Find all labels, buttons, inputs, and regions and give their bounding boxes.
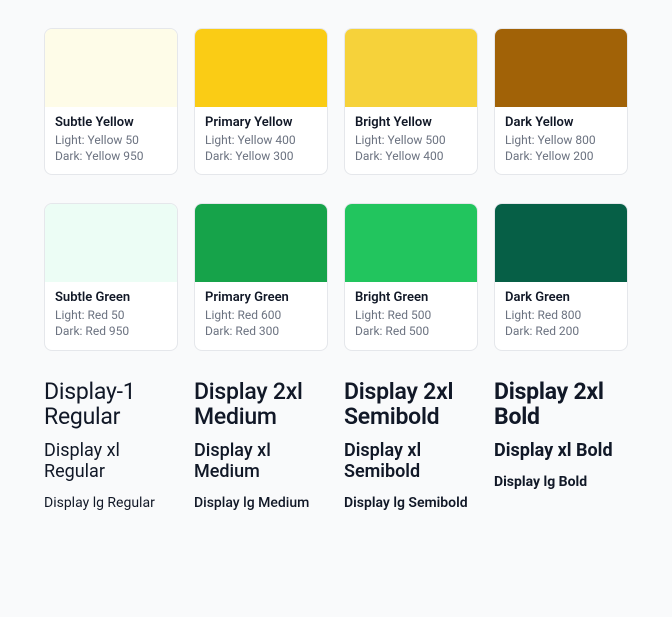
swatch-dark: Dark: Red 500 [355, 323, 467, 339]
type-col-bold: Display 2xl Bold Display xl Bold Display… [494, 379, 628, 512]
swatch-name: Subtle Yellow [55, 115, 167, 132]
swatch-name: Primary Green [205, 290, 317, 307]
type-sample-xl: Display xl Regular [44, 441, 178, 482]
swatch-card: Subtle Yellow Light: Yellow 50 Dark: Yel… [44, 28, 178, 175]
swatch-name: Subtle Green [55, 290, 167, 307]
swatch-light: Light: Red 50 [55, 307, 167, 323]
swatch-fill [345, 204, 477, 282]
swatch-card: Subtle Green Light: Red 50 Dark: Red 950 [44, 203, 178, 350]
swatch-card: Primary Yellow Light: Yellow 400 Dark: Y… [194, 28, 328, 175]
swatch-fill [495, 204, 627, 282]
swatch-dark: Dark: Yellow 300 [205, 148, 317, 164]
type-col-regular: Display-1 Regular Display xl Regular Dis… [44, 379, 178, 512]
swatch-name: Bright Green [355, 290, 467, 307]
swatch-name: Bright Yellow [355, 115, 467, 132]
swatch-fill [45, 204, 177, 282]
swatch-meta: Dark Yellow Light: Yellow 800 Dark: Yell… [495, 107, 627, 174]
swatch-fill [195, 29, 327, 107]
swatch-name: Dark Yellow [505, 115, 617, 132]
type-col-medium: Display 2xl Medium Display xl Medium Dis… [194, 379, 328, 512]
type-sample-xl: Display xl Semibold [344, 441, 478, 482]
swatch-light: Light: Yellow 500 [355, 132, 467, 148]
swatch-fill [195, 204, 327, 282]
swatch-row-green: Subtle Green Light: Red 50 Dark: Red 950… [44, 203, 628, 350]
swatch-fill [345, 29, 477, 107]
swatch-dark: Dark: Yellow 400 [355, 148, 467, 164]
swatch-dark: Dark: Red 200 [505, 323, 617, 339]
swatch-name: Dark Green [505, 290, 617, 307]
type-sample-lg: Display lg Semibold [344, 495, 478, 512]
swatch-card: Bright Yellow Light: Yellow 500 Dark: Ye… [344, 28, 478, 175]
swatch-meta: Bright Yellow Light: Yellow 500 Dark: Ye… [345, 107, 477, 174]
swatch-card: Bright Green Light: Red 500 Dark: Red 50… [344, 203, 478, 350]
swatch-name: Primary Yellow [205, 115, 317, 132]
type-sample-2xl: Display-1 Regular [44, 379, 178, 430]
swatch-fill [45, 29, 177, 107]
swatch-meta: Subtle Yellow Light: Yellow 50 Dark: Yel… [45, 107, 177, 174]
swatch-light: Light: Red 600 [205, 307, 317, 323]
type-sample-2xl: Display 2xl Medium [194, 379, 328, 430]
swatch-fill [495, 29, 627, 107]
swatch-dark: Dark: Red 950 [55, 323, 167, 339]
swatch-light: Light: Yellow 400 [205, 132, 317, 148]
swatch-meta: Dark Green Light: Red 800 Dark: Red 200 [495, 282, 627, 349]
swatch-light: Light: Yellow 800 [505, 132, 617, 148]
swatch-light: Light: Yellow 50 [55, 132, 167, 148]
typography-section: Display-1 Regular Display xl Regular Dis… [44, 379, 628, 512]
swatch-card: Dark Yellow Light: Yellow 800 Dark: Yell… [494, 28, 628, 175]
swatch-meta: Primary Green Light: Red 600 Dark: Red 3… [195, 282, 327, 349]
swatch-row-yellow: Subtle Yellow Light: Yellow 50 Dark: Yel… [44, 28, 628, 175]
swatch-meta: Bright Green Light: Red 500 Dark: Red 50… [345, 282, 477, 349]
type-sample-xl: Display xl Medium [194, 441, 328, 482]
swatch-card: Dark Green Light: Red 800 Dark: Red 200 [494, 203, 628, 350]
type-sample-lg: Display lg Regular [44, 495, 178, 512]
swatch-light: Light: Red 500 [355, 307, 467, 323]
type-sample-2xl: Display 2xl Bold [494, 379, 628, 430]
type-sample-xl: Display xl Bold [494, 441, 628, 462]
swatch-meta: Primary Yellow Light: Yellow 400 Dark: Y… [195, 107, 327, 174]
swatch-card: Primary Green Light: Red 600 Dark: Red 3… [194, 203, 328, 350]
type-sample-2xl: Display 2xl Semibold [344, 379, 478, 430]
swatch-dark: Dark: Red 300 [205, 323, 317, 339]
swatch-meta: Subtle Green Light: Red 50 Dark: Red 950 [45, 282, 177, 349]
type-sample-lg: Display lg Bold [494, 474, 628, 491]
swatch-dark: Dark: Yellow 950 [55, 148, 167, 164]
swatch-light: Light: Red 800 [505, 307, 617, 323]
type-sample-lg: Display lg Medium [194, 495, 328, 512]
swatch-dark: Dark: Yellow 200 [505, 148, 617, 164]
type-col-semibold: Display 2xl Semibold Display xl Semibold… [344, 379, 478, 512]
